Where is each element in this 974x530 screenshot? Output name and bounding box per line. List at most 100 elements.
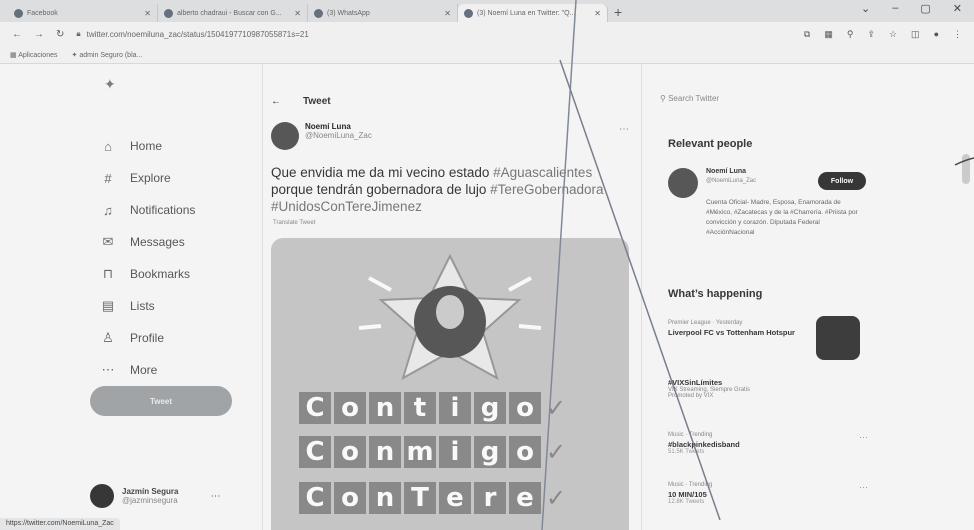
scrollbar[interactable]: [962, 154, 970, 184]
nav-label: Home: [130, 139, 163, 153]
nav-label: Lists: [130, 299, 155, 313]
slogan-letter: T: [404, 482, 436, 514]
nav-home[interactable]: ⌂ Home: [100, 130, 195, 162]
tweet-button[interactable]: Tweet: [90, 386, 232, 416]
slogan-letter: o: [509, 392, 541, 424]
slogan-letter: o: [334, 482, 366, 514]
slogan-letter: n: [369, 392, 401, 424]
url-field[interactable]: 🔒︎ twitter.com/noemiluna_zac/status/1504…: [76, 25, 791, 43]
person-handle: @NoemiLuna_Zac: [706, 178, 757, 184]
search-input[interactable]: ⚲ Search Twitter: [660, 94, 719, 103]
slogan-letter: C: [299, 392, 331, 424]
list-icon: ▤: [101, 298, 115, 313]
nav-explore[interactable]: # Explore: [100, 162, 195, 194]
slogan-line: Co n m i g o ✓: [299, 436, 566, 468]
translate-icon[interactable]: ▦: [824, 29, 833, 40]
close-tab-icon[interactable]: ✕: [144, 9, 151, 18]
person-name[interactable]: Noemí Luna: [706, 168, 746, 175]
author-name[interactable]: Noemí Luna: [305, 122, 372, 131]
search-icon: ⚲: [660, 94, 669, 103]
avatar[interactable]: [271, 122, 299, 150]
nav-lists[interactable]: ▤ Lists: [100, 290, 195, 322]
profile-icon[interactable]: ●: [934, 29, 939, 40]
bookmark-apps[interactable]: ▦ Aplicaciones: [10, 51, 58, 59]
mail-icon: ✉: [102, 234, 114, 249]
nav-more[interactable]: ⋯ More: [100, 354, 195, 386]
menu-icon[interactable]: ⋮: [953, 29, 962, 40]
hashtag-link[interactable]: #Aguascalientes: [493, 165, 592, 180]
slogan-letter: e: [439, 482, 471, 514]
browser-tab-whatsapp[interactable]: (3) WhatsApp ✕: [308, 4, 458, 22]
tab-title: Facebook: [27, 9, 58, 17]
zoom-icon[interactable]: ⚲: [847, 29, 854, 40]
tab-title: (3) WhatsApp: [327, 9, 370, 17]
twitter-logo-icon[interactable]: ✦: [104, 76, 116, 93]
author-info: Noemí Luna @NoemiLuna_Zac: [305, 122, 372, 150]
close-tab-icon[interactable]: ✕: [294, 9, 301, 18]
maximize-icon[interactable]: ▢: [920, 2, 930, 15]
trend-item[interactable]: #VIXSinLímites VIX Streaming, Siempre Gr…: [668, 376, 868, 399]
more-icon[interactable]: ⋯: [210, 491, 220, 502]
nav-label: Profile: [130, 331, 165, 345]
trend-more-icon[interactable]: ⋯: [859, 432, 868, 443]
close-tab-icon[interactable]: ✕: [594, 9, 601, 18]
toolbar-icons: ⧉ ▦ ⚲ ⇪ ☆ ◫ ● ⋮: [804, 29, 962, 40]
avatar: [90, 484, 114, 508]
avatar[interactable]: [668, 168, 698, 198]
hashtag-link[interactable]: #TereGobernadora: [490, 182, 603, 197]
nav-notifications[interactable]: ♫ Notifications: [100, 194, 195, 226]
hashtag-icon: #: [104, 170, 112, 186]
back-arrow-icon[interactable]: ←: [271, 96, 281, 107]
nav-label: Messages: [130, 235, 185, 249]
left-sidebar: ✦ ⌂ Home # Explore ♫ Notifications ✉ Message…: [90, 64, 260, 530]
close-tab-icon[interactable]: ✕: [444, 9, 451, 18]
bookmark-icon: ⊓: [102, 266, 114, 281]
back-icon[interactable]: ←: [12, 29, 22, 40]
trend-item[interactable]: Music · Trending #blackpinkedisband 51.5…: [668, 432, 868, 455]
sidepanel-icon[interactable]: ◫: [911, 29, 920, 40]
slogan-letter: g: [474, 436, 506, 468]
trend-thumbnail: [816, 316, 860, 360]
twitter-icon: [464, 8, 473, 18]
tweet-author[interactable]: Noemí Luna @NoemiLuna_Zac: [271, 122, 372, 150]
google-icon: [164, 8, 173, 18]
slogan-letter: n: [369, 436, 401, 468]
nav-bookmarks[interactable]: ⊓ Bookmarks: [100, 258, 195, 290]
trend-title: #VIXSinLímites: [668, 378, 723, 387]
home-icon: ⌂: [104, 138, 112, 154]
nav-messages[interactable]: ✉ Messages: [100, 226, 195, 258]
trend-item[interactable]: Music · Trending 10 MIN/105 12.8K Tweets…: [668, 482, 868, 505]
browser-tab-twitter[interactable]: (3) Noemí Luna en Twitter: "Q... ✕: [458, 4, 608, 22]
tab-search-icon[interactable]: ⌄: [861, 2, 870, 15]
close-window-icon[interactable]: ✕: [953, 2, 962, 15]
minimize-icon[interactable]: –: [892, 2, 898, 15]
new-tab-button[interactable]: +: [614, 4, 622, 22]
tweet-image[interactable]: Co n t i g o ✓ Co n m i g o ✓ Co n Te r e ✓: [271, 238, 629, 530]
share-icon[interactable]: ⇪: [867, 29, 875, 40]
nav-label: Explore: [130, 171, 171, 185]
author-handle: @NoemiLuna_Zac: [305, 131, 372, 140]
translate-link[interactable]: Translate Tweet: [273, 220, 315, 226]
slogan-line: Co n t i g o ✓: [299, 392, 566, 424]
slogan-letter: g: [474, 392, 506, 424]
checkmark-icon: ✓: [546, 484, 567, 512]
account-switcher[interactable]: Jazmín Segura @jazminsegura ⋯: [90, 484, 220, 508]
slogan-letter: o: [509, 436, 541, 468]
forward-icon[interactable]: →: [34, 29, 44, 40]
url-text: twitter.com/noemiluna_zac/status/1504197…: [86, 29, 309, 39]
bookmark-admin[interactable]: ✦ admin Seguro (bla...: [72, 51, 143, 59]
browser-tab-google[interactable]: alberto chadraui - Buscar con G... ✕: [158, 4, 308, 22]
follow-button[interactable]: Follow: [818, 172, 866, 190]
star-icon[interactable]: ☆: [889, 29, 897, 40]
facebook-icon: [14, 8, 23, 18]
hashtag-link[interactable]: #UnidosConTereJimenez: [271, 199, 422, 214]
main-nav: ⌂ Home # Explore ♫ Notifications ✉ Messages …: [100, 130, 196, 386]
tweet-column: ← Tweet Noemí Luna @NoemiLuna_Zac ⋯ Que …: [262, 64, 642, 530]
tweet-more-icon[interactable]: ⋯: [619, 124, 629, 135]
install-icon[interactable]: ⧉: [804, 29, 810, 40]
trend-more-icon[interactable]: ⋯: [859, 482, 868, 493]
browser-tab-facebook[interactable]: Facebook ✕: [8, 4, 158, 22]
page-title: Tweet: [303, 96, 331, 107]
reload-icon[interactable]: ↻: [56, 29, 64, 40]
nav-profile[interactable]: ♙ Profile: [100, 322, 195, 354]
